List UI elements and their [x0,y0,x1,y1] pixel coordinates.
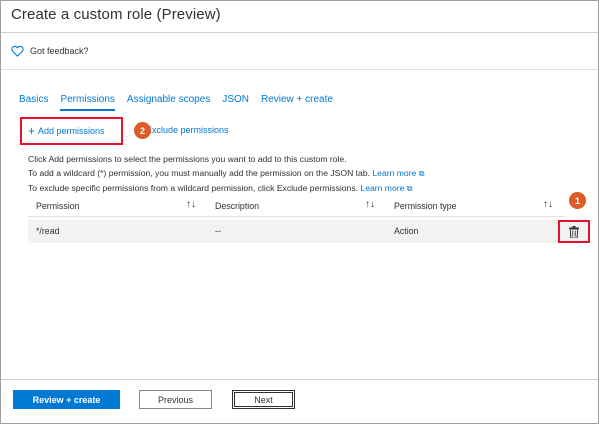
sort-permission-type-icon[interactable]: ↑↓ [543,199,553,210]
learn-more-link-json[interactable]: Learn more ⧉ [372,168,424,178]
next-button[interactable]: Next [232,390,295,409]
dialog-frame: Create a custom role (Preview) Got feedb… [0,0,599,424]
tab-bar: Basics Permissions Assignable scopes JSO… [19,94,345,111]
column-header-description: Description [215,201,260,211]
delete-permission-button[interactable] [558,220,590,243]
tab-basics[interactable]: Basics [19,94,48,111]
external-link-icon: ⧉ [418,169,425,178]
sort-description-icon[interactable]: ↑↓ [365,199,375,210]
exclude-permissions-button[interactable]: Exclude permissions [146,125,229,135]
footer-divider [1,379,598,380]
info-line-2: To add a wildcard (*) permission, you mu… [28,166,424,181]
cell-description: -- [215,226,221,236]
add-permissions-label: Add permissions [38,126,105,136]
info-line-2-text: To add a wildcard (*) permission, you mu… [28,168,370,178]
feedback-label: Got feedback? [30,46,89,56]
learn-more-link-exclude[interactable]: Learn more ⧉ [360,183,412,193]
plus-icon: + [28,124,36,138]
column-header-permission-type: Permission type [394,201,457,211]
cell-permission-type: Action [394,226,419,236]
permissions-toolbar: + Add permissions Exclude permissions [19,117,599,146]
callout-badge-1: 1 [569,192,586,209]
previous-button[interactable]: Previous [139,390,212,409]
tab-json[interactable]: JSON [222,94,249,111]
heart-icon [11,45,24,57]
review-create-button[interactable]: Review + create [13,390,120,409]
table-header: Permission ↑↓ Description ↑↓ Permission … [28,197,565,217]
info-text: Click Add permissions to select the perm… [28,152,424,196]
info-line-3-text: To exclude specific permissions from a w… [28,183,359,193]
table-row[interactable]: */read -- Action [28,220,590,243]
feedback-link[interactable]: Got feedback? [11,44,89,58]
callout-badge-2: 2 [134,122,151,139]
cell-permission: */read [36,226,60,236]
external-link-icon: ⧉ [406,184,413,193]
tab-permissions[interactable]: Permissions [60,94,115,111]
add-permissions-button[interactable]: + Add permissions [20,117,123,145]
title-bar: Create a custom role (Preview) [1,1,598,33]
divider [1,69,598,70]
tab-assignable-scopes[interactable]: Assignable scopes [127,94,210,111]
info-line-3: To exclude specific permissions from a w… [28,181,424,196]
info-line-1: Click Add permissions to select the perm… [28,154,347,164]
trash-icon [569,225,579,238]
page-title: Create a custom role (Preview) [11,6,221,23]
tab-review-create[interactable]: Review + create [261,94,333,111]
column-header-permission: Permission [36,201,80,211]
sort-permission-icon[interactable]: ↑↓ [186,199,196,210]
